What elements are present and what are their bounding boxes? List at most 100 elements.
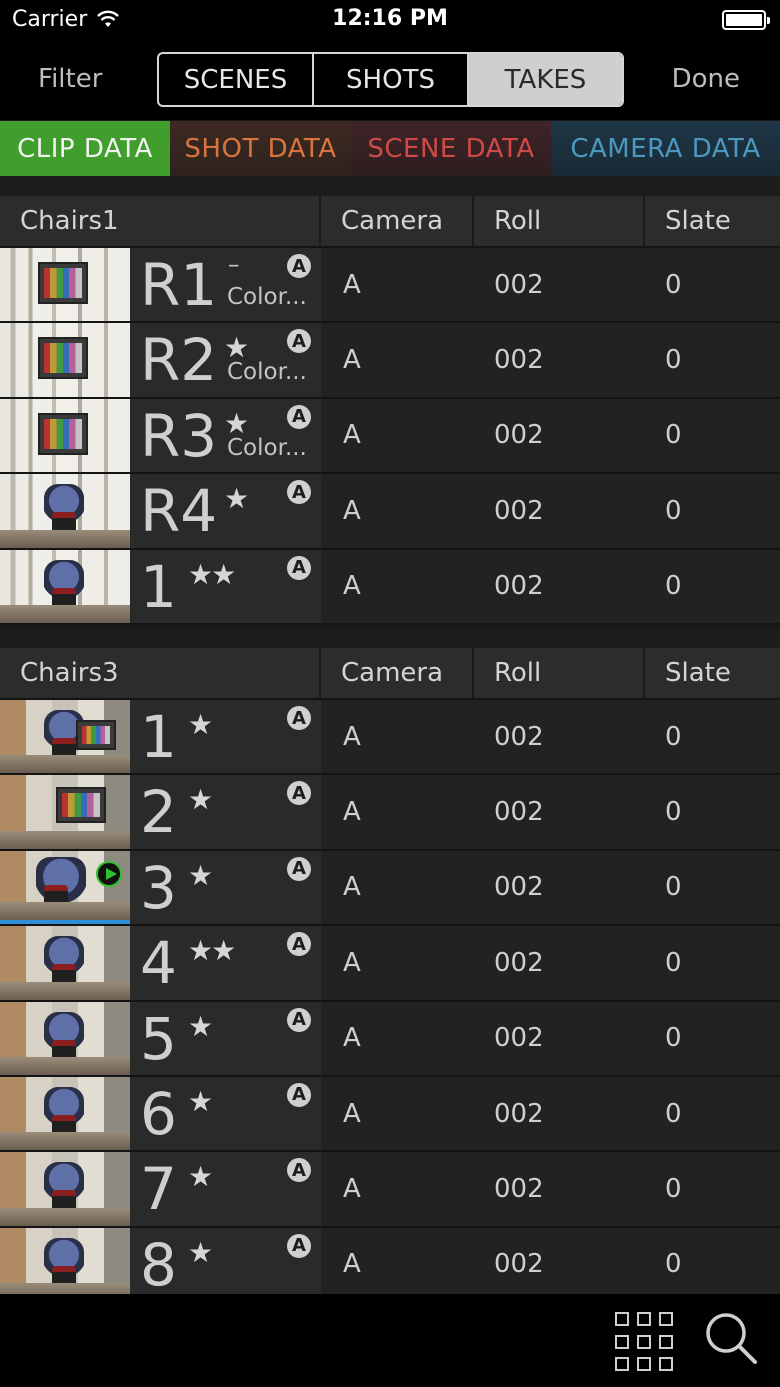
camera-cell: A: [321, 775, 474, 849]
play-icon[interactable]: [96, 860, 122, 887]
clip-thumbnail[interactable]: [0, 926, 130, 1000]
slate-cell: 0: [645, 248, 780, 322]
done-button[interactable]: Done: [672, 64, 740, 94]
status-bar: Carrier 12:16 PM: [0, 0, 780, 40]
rating-stars: ★★: [188, 934, 236, 968]
slate-cell: 0: [645, 1001, 780, 1075]
table-row[interactable]: R4 ★ A A 002 0: [0, 474, 780, 550]
camera-cell: A: [321, 248, 474, 322]
roll-cell: 002: [474, 700, 645, 774]
slate-cell: 0: [645, 549, 780, 623]
column-header-slate[interactable]: Slate: [645, 196, 780, 246]
take-note: Color...: [227, 359, 307, 386]
table-row[interactable]: 7 ★ A A 002 0: [0, 1152, 780, 1228]
filter-button[interactable]: Filter: [38, 64, 102, 94]
segment-takes[interactable]: TAKES: [469, 54, 622, 105]
column-header-roll[interactable]: Roll: [474, 648, 645, 698]
camera-badge: A: [287, 1007, 311, 1032]
clip-thumbnail[interactable]: [0, 1076, 130, 1151]
segment-shots[interactable]: SHOTS: [314, 54, 469, 105]
table-row[interactable]: 6 ★ A A 002 0: [0, 1076, 780, 1153]
section-header: Chairs1 Camera Roll Slate: [0, 196, 780, 248]
camera-badge: A: [287, 932, 311, 957]
clip-thumbnail[interactable]: [0, 398, 130, 473]
section-chairs3: Chairs3 Camera Roll Slate 1 ★ A A 002 0 …: [0, 648, 780, 1304]
take-number: R2: [140, 326, 218, 395]
take-number: 6: [140, 1079, 177, 1148]
take-note: Color...: [227, 284, 307, 310]
clip-thumbnail[interactable]: [0, 700, 130, 774]
roll-cell: 002: [474, 549, 645, 623]
camera-badge: A: [287, 1082, 311, 1107]
take-info: 5 ★ A: [130, 1001, 321, 1075]
column-header-roll[interactable]: Roll: [474, 196, 645, 246]
camera-cell: A: [321, 474, 474, 548]
table-row[interactable]: R3 ★ Color... A A 002 0: [0, 398, 780, 475]
table-row[interactable]: R2 ★ Color... A A 002 0: [0, 323, 780, 399]
camera-cell: A: [321, 398, 474, 473]
clip-thumbnail[interactable]: [0, 1001, 130, 1075]
rating-stars: ★: [224, 482, 249, 516]
take-number: 1: [140, 703, 177, 771]
camera-badge: A: [287, 480, 311, 505]
camera-badge: A: [287, 329, 311, 354]
rating-stars: ★: [188, 1084, 213, 1118]
table-row[interactable]: R1 – Color... A A 002 0: [0, 248, 780, 324]
column-header-camera[interactable]: Camera: [321, 648, 474, 698]
take-info: R4 ★ A: [130, 474, 321, 548]
rating-stars: ★: [188, 858, 213, 892]
camera-cell: A: [321, 926, 474, 1000]
roll-cell: 002: [474, 474, 645, 548]
grid-view-icon[interactable]: [615, 1312, 675, 1372]
clip-thumbnail[interactable]: [0, 248, 130, 322]
take-number: R3: [140, 401, 218, 470]
table-row[interactable]: 8 ★ A A 002 0: [0, 1227, 780, 1304]
data-tabs: CLIP DATA SHOT DATA SCENE DATA CAMERA DA…: [0, 121, 780, 176]
clip-thumbnail[interactable]: [0, 850, 130, 925]
clip-thumbnail[interactable]: [0, 775, 130, 849]
clip-thumbnail[interactable]: [0, 474, 130, 548]
take-info: R2 ★ Color... A: [130, 323, 321, 397]
rating-stars: ★: [188, 1009, 213, 1043]
tab-camera-data[interactable]: CAMERA DATA: [551, 121, 780, 176]
tab-scene-data[interactable]: SCENE DATA: [351, 121, 551, 176]
column-header-camera[interactable]: Camera: [321, 196, 474, 246]
clip-thumbnail[interactable]: [0, 1227, 130, 1302]
take-number: 2: [140, 778, 177, 847]
section-title: Chairs3: [0, 648, 321, 698]
camera-badge: A: [287, 706, 311, 730]
column-header-slate[interactable]: Slate: [645, 648, 780, 698]
spacer: [0, 629, 780, 648]
rating-stars: ★: [188, 1235, 213, 1269]
slate-cell: 0: [645, 700, 780, 774]
table-row[interactable]: 1 ★★ A A 002 0: [0, 549, 780, 625]
slate-cell: 0: [645, 323, 780, 397]
table-row[interactable]: 1 ★ A A 002 0: [0, 700, 780, 776]
take-info: 2 ★ A: [130, 775, 321, 849]
camera-badge: A: [287, 404, 311, 429]
table-row[interactable]: 3 ★ A A 002 0: [0, 850, 780, 927]
camera-cell: A: [321, 323, 474, 397]
clip-thumbnail[interactable]: [0, 1152, 130, 1226]
clip-thumbnail[interactable]: [0, 549, 130, 623]
section-header: Chairs3 Camera Roll Slate: [0, 648, 780, 700]
table-row[interactable]: 4 ★★ A A 002 0: [0, 926, 780, 1002]
table-row[interactable]: 2 ★ A A 002 0: [0, 775, 780, 851]
take-note: Color...: [227, 434, 307, 461]
segment-scenes[interactable]: SCENES: [159, 54, 314, 105]
tab-shot-data[interactable]: SHOT DATA: [170, 121, 351, 176]
slate-cell: 0: [645, 1152, 780, 1226]
rating-stars: ★★: [188, 557, 236, 591]
slate-cell: 0: [645, 1227, 780, 1302]
clip-thumbnail[interactable]: [0, 323, 130, 397]
clock: 12:16 PM: [332, 6, 448, 31]
bottom-toolbar: [0, 1294, 780, 1387]
camera-badge: A: [287, 856, 311, 881]
table-row[interactable]: 5 ★ A A 002 0: [0, 1001, 780, 1077]
roll-cell: 002: [474, 323, 645, 397]
take-number: R1: [140, 251, 218, 319]
take-info: 8 ★ A: [130, 1227, 321, 1302]
search-icon[interactable]: [703, 1310, 759, 1366]
camera-cell: A: [321, 700, 474, 774]
tab-clip-data[interactable]: CLIP DATA: [0, 121, 170, 176]
